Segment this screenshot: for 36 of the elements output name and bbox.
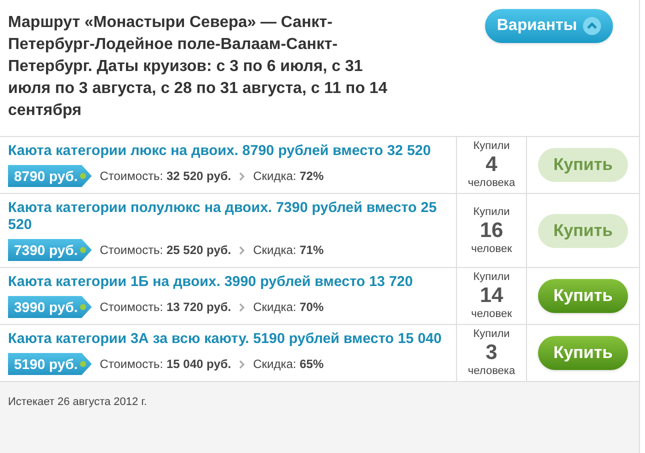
bought-count: 3 xyxy=(486,341,498,365)
buy-button[interactable]: Купить xyxy=(538,336,628,370)
bought-label: Купили xyxy=(473,140,510,153)
price-tag: 7390 руб. xyxy=(8,239,92,261)
price-tag: 3990 руб. xyxy=(8,296,92,318)
bought-count: 14 xyxy=(480,284,504,308)
variants-button[interactable]: Варианты xyxy=(484,9,613,43)
bought-count: 4 xyxy=(486,153,498,177)
bought-unit: человек xyxy=(471,308,512,321)
bought-unit: человека xyxy=(468,177,516,190)
bought-label: Купили xyxy=(473,206,510,218)
bought-label: Купили xyxy=(473,271,510,284)
expiry-text: Истекает 26 августа 2012 г. xyxy=(8,396,147,408)
chevron-right-icon xyxy=(239,302,246,312)
chevron-right-icon xyxy=(239,246,246,254)
cost-text: Стоимость: 32 520 руб. xyxy=(100,168,232,185)
discount-text: Скидка: 65% xyxy=(253,356,324,373)
bought-unit: человек xyxy=(471,242,512,256)
buy-button[interactable]: Купить xyxy=(538,279,628,313)
chevron-right-icon xyxy=(239,172,246,180)
cost-text: Стоимость: 25 520 руб. xyxy=(100,242,232,259)
bought-unit: человека xyxy=(468,365,516,378)
discount-text: Скидка: 70% xyxy=(253,299,324,316)
offer-title-link[interactable]: Каюта категории 3А за всю каюту. 5190 рублей вместо 15 040 xyxy=(8,331,452,348)
chevron-up-icon xyxy=(583,17,601,35)
bought-label: Купили xyxy=(473,328,510,341)
chevron-right-icon xyxy=(239,360,246,368)
route-title: Маршрут «Монастыри Севера» — Санкт-Петербург-Лодейное поле-Валаам-Санкт-Петербург. Даты круизов: с 3 по 6 июля, с 31 июля по 3 августа, с 28 по 31 августа, с 11 по 14 сентября xyxy=(8,13,388,121)
price-tag: 8790 руб. xyxy=(8,165,92,187)
offer-title-link[interactable]: Каюта категории 1Б на двоих. 3990 рублей вместо 13 720 xyxy=(8,274,452,291)
price-tag: 5190 руб. xyxy=(8,353,92,375)
discount-text: Скидка: 71% xyxy=(253,242,324,259)
bought-count: 16 xyxy=(480,218,504,242)
discount-text: Скидка: 72% xyxy=(253,168,324,185)
cost-text: Стоимость: 15 040 руб. xyxy=(100,356,232,373)
cost-text: Стоимость: 13 720 руб. xyxy=(100,299,232,316)
